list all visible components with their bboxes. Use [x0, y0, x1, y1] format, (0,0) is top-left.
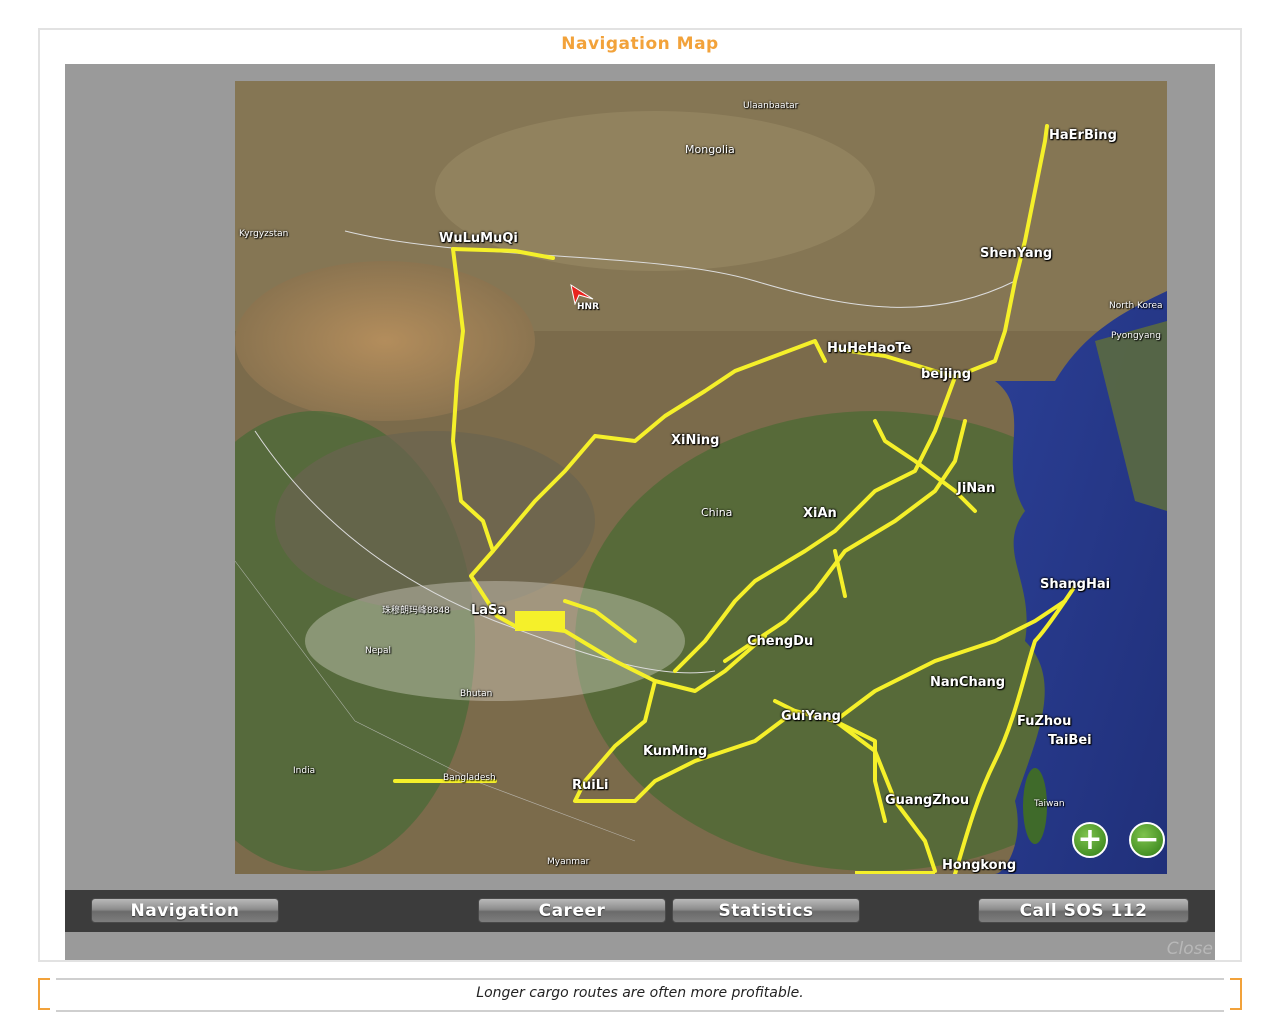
city-label: XiNing	[671, 433, 720, 448]
window-title: Navigation Map	[561, 34, 719, 54]
zoom-out-icon: −	[1134, 822, 1160, 857]
city-label: RuiLi	[572, 778, 609, 793]
map-label-mongolia: Mongolia	[685, 143, 735, 156]
map-label-myanmar: Myanmar	[547, 857, 590, 867]
map-label-ulaanbaatar: Ulaanbaatar	[743, 101, 799, 111]
city-label: GuangZhou	[885, 793, 970, 808]
city-label: HaErBing	[1049, 128, 1117, 143]
map-label-bangladesh: Bangladesh	[443, 773, 496, 783]
statistics-button[interactable]: Statistics	[672, 898, 860, 923]
city-label: XiAn	[803, 506, 837, 521]
city-label: GuiYang	[781, 709, 841, 724]
map-label-bhutan: Bhutan	[460, 689, 493, 699]
career-button[interactable]: Career	[478, 898, 666, 923]
city-label: LaSa	[471, 603, 507, 618]
city-label: FuZhou	[1017, 714, 1072, 729]
zoom-in-icon: +	[1077, 822, 1103, 857]
map-label-china: China	[701, 506, 733, 519]
call-sos-button[interactable]: Call SOS 112	[978, 898, 1189, 923]
navigation-button[interactable]: Navigation	[91, 898, 279, 923]
player-marker-label: HNR	[577, 302, 599, 312]
map-label-nepal: Nepal	[365, 646, 391, 656]
map-label-taiwan: Taiwan	[1034, 799, 1065, 809]
city-label: WuLuMuQi	[439, 231, 518, 246]
map-label-india: India	[293, 766, 316, 776]
tip-divider-top	[56, 978, 1224, 980]
map-label-everest: 珠穆朗玛峰8848	[382, 606, 450, 616]
city-label: TaiBei	[1048, 733, 1092, 748]
city-label: NanChang	[930, 675, 1006, 690]
tip-divider-bottom	[56, 1010, 1224, 1012]
close-button[interactable]: Close	[1167, 939, 1213, 959]
city-label: ShenYang	[980, 246, 1053, 261]
city-label: JiNan	[957, 481, 996, 496]
map-label-pyongyang: Pyongyang	[1111, 331, 1161, 341]
city-label: ShangHai	[1040, 577, 1111, 592]
tip-text: Longer cargo routes are often more profi…	[476, 985, 804, 1001]
city-label: Hongkong	[942, 858, 1017, 873]
player-marker: HNR	[569, 283, 599, 317]
city-label: KunMing	[643, 744, 708, 759]
navigation-map[interactable]: HaErBing ShenYang WuLuMuQi HuHeHaoTe bei…	[235, 81, 1167, 874]
map-label-kyrgyzstan: Kyrgyzstan	[239, 229, 289, 239]
zoom-out-button[interactable]: −	[1129, 822, 1165, 858]
city-label: HuHeHaoTe	[827, 341, 912, 356]
city-label: beijing	[921, 367, 972, 382]
zoom-in-button[interactable]: +	[1072, 822, 1108, 858]
map-label-north-korea: North Korea	[1109, 301, 1163, 311]
city-label: ChengDu	[747, 634, 814, 649]
